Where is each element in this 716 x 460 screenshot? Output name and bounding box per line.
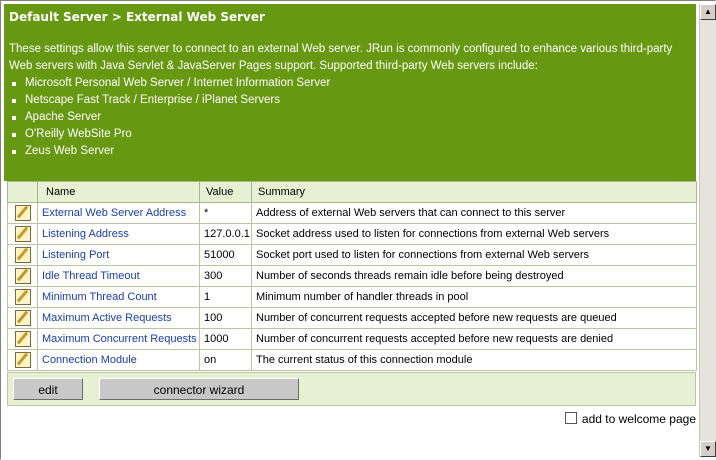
edit-pencil-icon[interactable] [14, 331, 31, 347]
edit-pencil-icon[interactable] [14, 205, 31, 221]
setting-summary: The current status of this connection mo… [251, 349, 697, 371]
vertical-scrollbar[interactable]: ▲ ▼ [699, 4, 716, 457]
row-icon-cell [7, 349, 38, 371]
table-row: Listening Address 127.0.0.1 Socket addre… [7, 223, 697, 245]
breadcrumb: Default Server > External Web Server [9, 10, 265, 24]
edit-pencil-icon[interactable] [14, 247, 31, 263]
edit-pencil-icon[interactable] [14, 226, 31, 242]
setting-value: 127.0.0.1 [199, 223, 252, 245]
list-item: Microsoft Personal Web Server / Internet… [9, 75, 691, 92]
bullet-icon [12, 116, 16, 120]
row-icon-cell [7, 223, 38, 245]
setting-name-link[interactable]: Idle Thread Timeout [37, 265, 200, 287]
server-name: O'Reilly WebSite Pro [25, 128, 132, 140]
server-name: Apache Server [25, 111, 102, 123]
connector-wizard-button[interactable]: connector wizard [99, 378, 299, 400]
setting-value: on [199, 349, 252, 371]
edit-pencil-icon[interactable] [14, 268, 31, 284]
edit-pencil-icon[interactable] [14, 289, 31, 305]
table-row: Connection Module on The current status … [7, 349, 697, 371]
welcome-checkbox[interactable] [564, 412, 577, 424]
setting-summary: Number of concurrent requests accepted b… [251, 307, 697, 329]
table-row: Listening Port 51000 Socket port used to… [7, 244, 697, 266]
list-item: O'Reilly WebSite Pro [9, 126, 691, 143]
table-header-row: Name Value Summary [7, 181, 697, 203]
edit-pencil-icon[interactable] [14, 352, 31, 368]
setting-summary: Socket port used to listen for connectio… [251, 244, 697, 266]
edit-button[interactable]: edit [13, 378, 83, 400]
table-row: Minimum Thread Count 1 Minimum number of… [7, 286, 697, 308]
setting-summary: Address of external Web servers that can… [251, 202, 697, 224]
settings-table: Name Value Summary External Web Server A… [7, 181, 697, 371]
setting-summary: Socket address used to listen for connec… [251, 223, 697, 245]
edit-pencil-icon[interactable] [14, 310, 31, 326]
table-row: Idle Thread Timeout 300 Number of second… [7, 265, 697, 287]
list-item: Zeus Web Server [9, 143, 691, 160]
action-toolbar: edit connector wizard [7, 372, 696, 406]
setting-value: 300 [199, 265, 252, 287]
setting-value: 1 [199, 286, 252, 308]
content-panel: Default Server > External Web Server The… [4, 4, 697, 454]
row-icon-cell [7, 265, 38, 287]
list-item: Apache Server [9, 109, 691, 126]
value-column-header: Value [199, 181, 252, 203]
server-name: Microsoft Personal Web Server / Internet… [25, 77, 331, 89]
table-row: Maximum Active Requests 100 Number of co… [7, 307, 697, 329]
bullet-icon [12, 150, 16, 154]
intro-block: These settings allow this server to conn… [9, 41, 691, 160]
setting-name-link[interactable]: Listening Port [37, 244, 200, 266]
summary-column-header: Summary [251, 181, 697, 203]
icon-column-header [7, 181, 38, 203]
setting-summary: Number of concurrent requests accepted b… [251, 328, 697, 350]
bullet-icon [12, 82, 16, 86]
table-row: External Web Server Address * Address of… [7, 202, 697, 224]
bullet-icon [12, 133, 16, 137]
setting-value: 51000 [199, 244, 252, 266]
server-name: Netscape Fast Track / Enterprise / iPlan… [25, 94, 281, 106]
welcome-label: add to welcome page [581, 412, 696, 426]
info-header: Default Server > External Web Server The… [4, 4, 696, 181]
setting-summary: Number of seconds threads remain idle be… [251, 265, 697, 287]
name-column-header: Name [37, 181, 200, 203]
add-to-welcome-page[interactable]: add to welcome page [564, 412, 696, 426]
setting-summary: Minimum number of handler threads in poo… [251, 286, 697, 308]
window-frame: Default Server > External Web Server The… [0, 0, 716, 460]
setting-name-link[interactable]: Minimum Thread Count [37, 286, 200, 308]
scroll-up-icon[interactable]: ▲ [700, 4, 716, 20]
table-row: Maximum Concurrent Requests 1000 Number … [7, 328, 697, 350]
setting-name-link[interactable]: External Web Server Address [37, 202, 200, 224]
setting-name-link[interactable]: Maximum Concurrent Requests [37, 328, 200, 350]
row-icon-cell [7, 244, 38, 266]
setting-name-link[interactable]: Listening Address [37, 223, 200, 245]
row-icon-cell [7, 328, 38, 350]
setting-name-link[interactable]: Connection Module [37, 349, 200, 371]
row-icon-cell [7, 202, 38, 224]
row-icon-cell [7, 286, 38, 308]
server-list: Microsoft Personal Web Server / Internet… [9, 75, 691, 160]
bullet-icon [12, 99, 16, 103]
row-icon-cell [7, 307, 38, 329]
setting-value: 100 [199, 307, 252, 329]
setting-name-link[interactable]: Maximum Active Requests [37, 307, 200, 329]
setting-value: * [199, 202, 252, 224]
server-name: Zeus Web Server [25, 145, 115, 157]
scroll-down-icon[interactable]: ▼ [700, 441, 716, 457]
setting-value: 1000 [199, 328, 252, 350]
list-item: Netscape Fast Track / Enterprise / iPlan… [9, 92, 691, 109]
intro-text: These settings allow this server to conn… [9, 43, 673, 72]
